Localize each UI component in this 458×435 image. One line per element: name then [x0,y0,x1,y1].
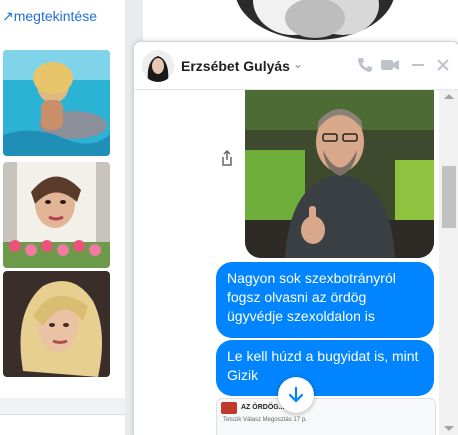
feed-photo-portrait-flowers[interactable] [3,162,110,268]
video-icon[interactable] [380,55,400,75]
see-more-link[interactable]: ↗megtekintése [2,8,97,25]
feed-card: ↗megtekintése [0,0,126,398]
chat-header[interactable]: Erzsébet Gulyás ⌄ [134,42,458,90]
close-icon[interactable] [433,55,453,75]
link-preview-card[interactable]: AZ ÖRDÖG... Tetszik Válasz Megosztás 17 … [216,398,436,435]
see-more-label: megtekintése [13,8,98,24]
scroll-up-arrow-icon[interactable] [444,94,454,99]
contact-name[interactable]: Erzsébet Gulyás [181,58,290,74]
feed-column: ↗megtekintése [0,0,126,435]
profile-cover-image [143,0,458,42]
phone-icon[interactable] [355,55,375,75]
chevron-down-icon[interactable]: ⌄ [293,57,303,71]
scroll-to-bottom-button[interactable] [278,377,314,413]
feed-photo-dolphin[interactable] [3,50,110,156]
minimize-icon[interactable] [408,55,428,75]
share-icon[interactable] [218,149,236,167]
avatar[interactable] [142,50,174,82]
preview-meta: Tetszik Válasz Megosztás 17 p. [223,417,307,423]
chat-messages[interactable]: Nagyon sok szexbotrányról fogsz olvasni … [134,90,458,435]
message-bubble[interactable]: Nagyon sok szexbotrányról fogsz olvasni … [216,262,434,338]
chat-window: Erzsébet Gulyás ⌄ Nagyon sok szexbotrány… [133,41,458,435]
arrow-down-icon [288,386,304,403]
feed-photo-blonde[interactable] [3,271,110,377]
message-bubble[interactable]: Le kell húzd a bugyidat is, mint Gizik [216,340,434,396]
preview-title: AZ ÖRDÖG... [241,404,285,411]
preview-logo-icon [221,402,237,414]
photo-message[interactable] [245,90,434,258]
scrollbar-thumb[interactable] [442,166,456,228]
scrollbar[interactable] [439,90,458,435]
link-arrow-icon: ↗ [2,8,14,24]
feed-card-next [0,414,125,435]
scroll-down-arrow-icon[interactable] [444,426,454,431]
